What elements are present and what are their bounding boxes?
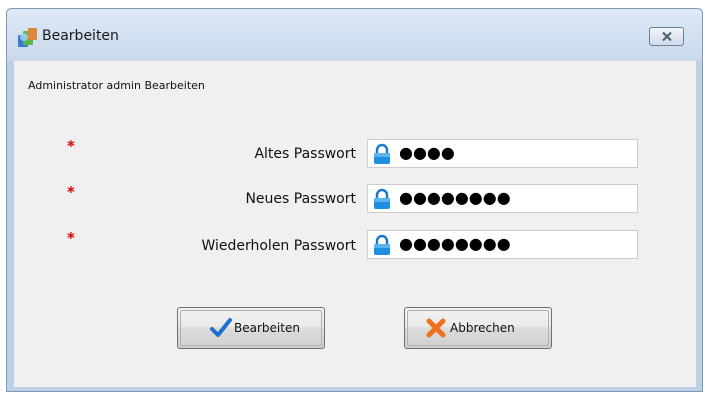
lock-icon (374, 143, 390, 164)
app-icon (18, 28, 37, 47)
x-icon (426, 318, 446, 338)
lock-icon (374, 188, 390, 209)
repeat-password-field[interactable]: ●●●●●●●● (367, 230, 638, 259)
required-marker: * (67, 229, 75, 247)
dialog-content: Administrator admin Bearbeiten * Altes P… (14, 61, 696, 387)
close-button[interactable] (649, 27, 684, 46)
cancel-button[interactable]: Abbrechen (404, 307, 552, 349)
title-bar[interactable]: Bearbeiten (7, 9, 702, 61)
checkmark-icon (210, 318, 232, 337)
cancel-button-label: Abbrechen (450, 321, 515, 335)
repeat-password-value: ●●●●●●●● (399, 234, 511, 253)
lock-icon (374, 234, 390, 255)
required-marker: * (67, 137, 75, 155)
old-password-field[interactable]: ●●●● (367, 139, 638, 168)
dialog-window: Bearbeiten Administrator admin Bearbeite… (6, 8, 703, 392)
dialog-subtitle: Administrator admin Bearbeiten (28, 79, 205, 92)
old-password-value: ●●●● (399, 143, 455, 162)
window-title: Bearbeiten (42, 28, 119, 44)
close-icon (662, 31, 672, 42)
new-password-label: Neues Passwort (245, 191, 356, 207)
required-marker: * (67, 183, 75, 201)
old-password-label: Altes Passwort (254, 146, 356, 162)
save-button[interactable]: Bearbeiten (177, 307, 325, 349)
repeat-password-label: Wiederholen Passwort (201, 238, 356, 254)
new-password-value: ●●●●●●●● (399, 188, 511, 207)
new-password-field[interactable]: ●●●●●●●● (367, 184, 638, 213)
save-button-label: Bearbeiten (234, 321, 300, 335)
